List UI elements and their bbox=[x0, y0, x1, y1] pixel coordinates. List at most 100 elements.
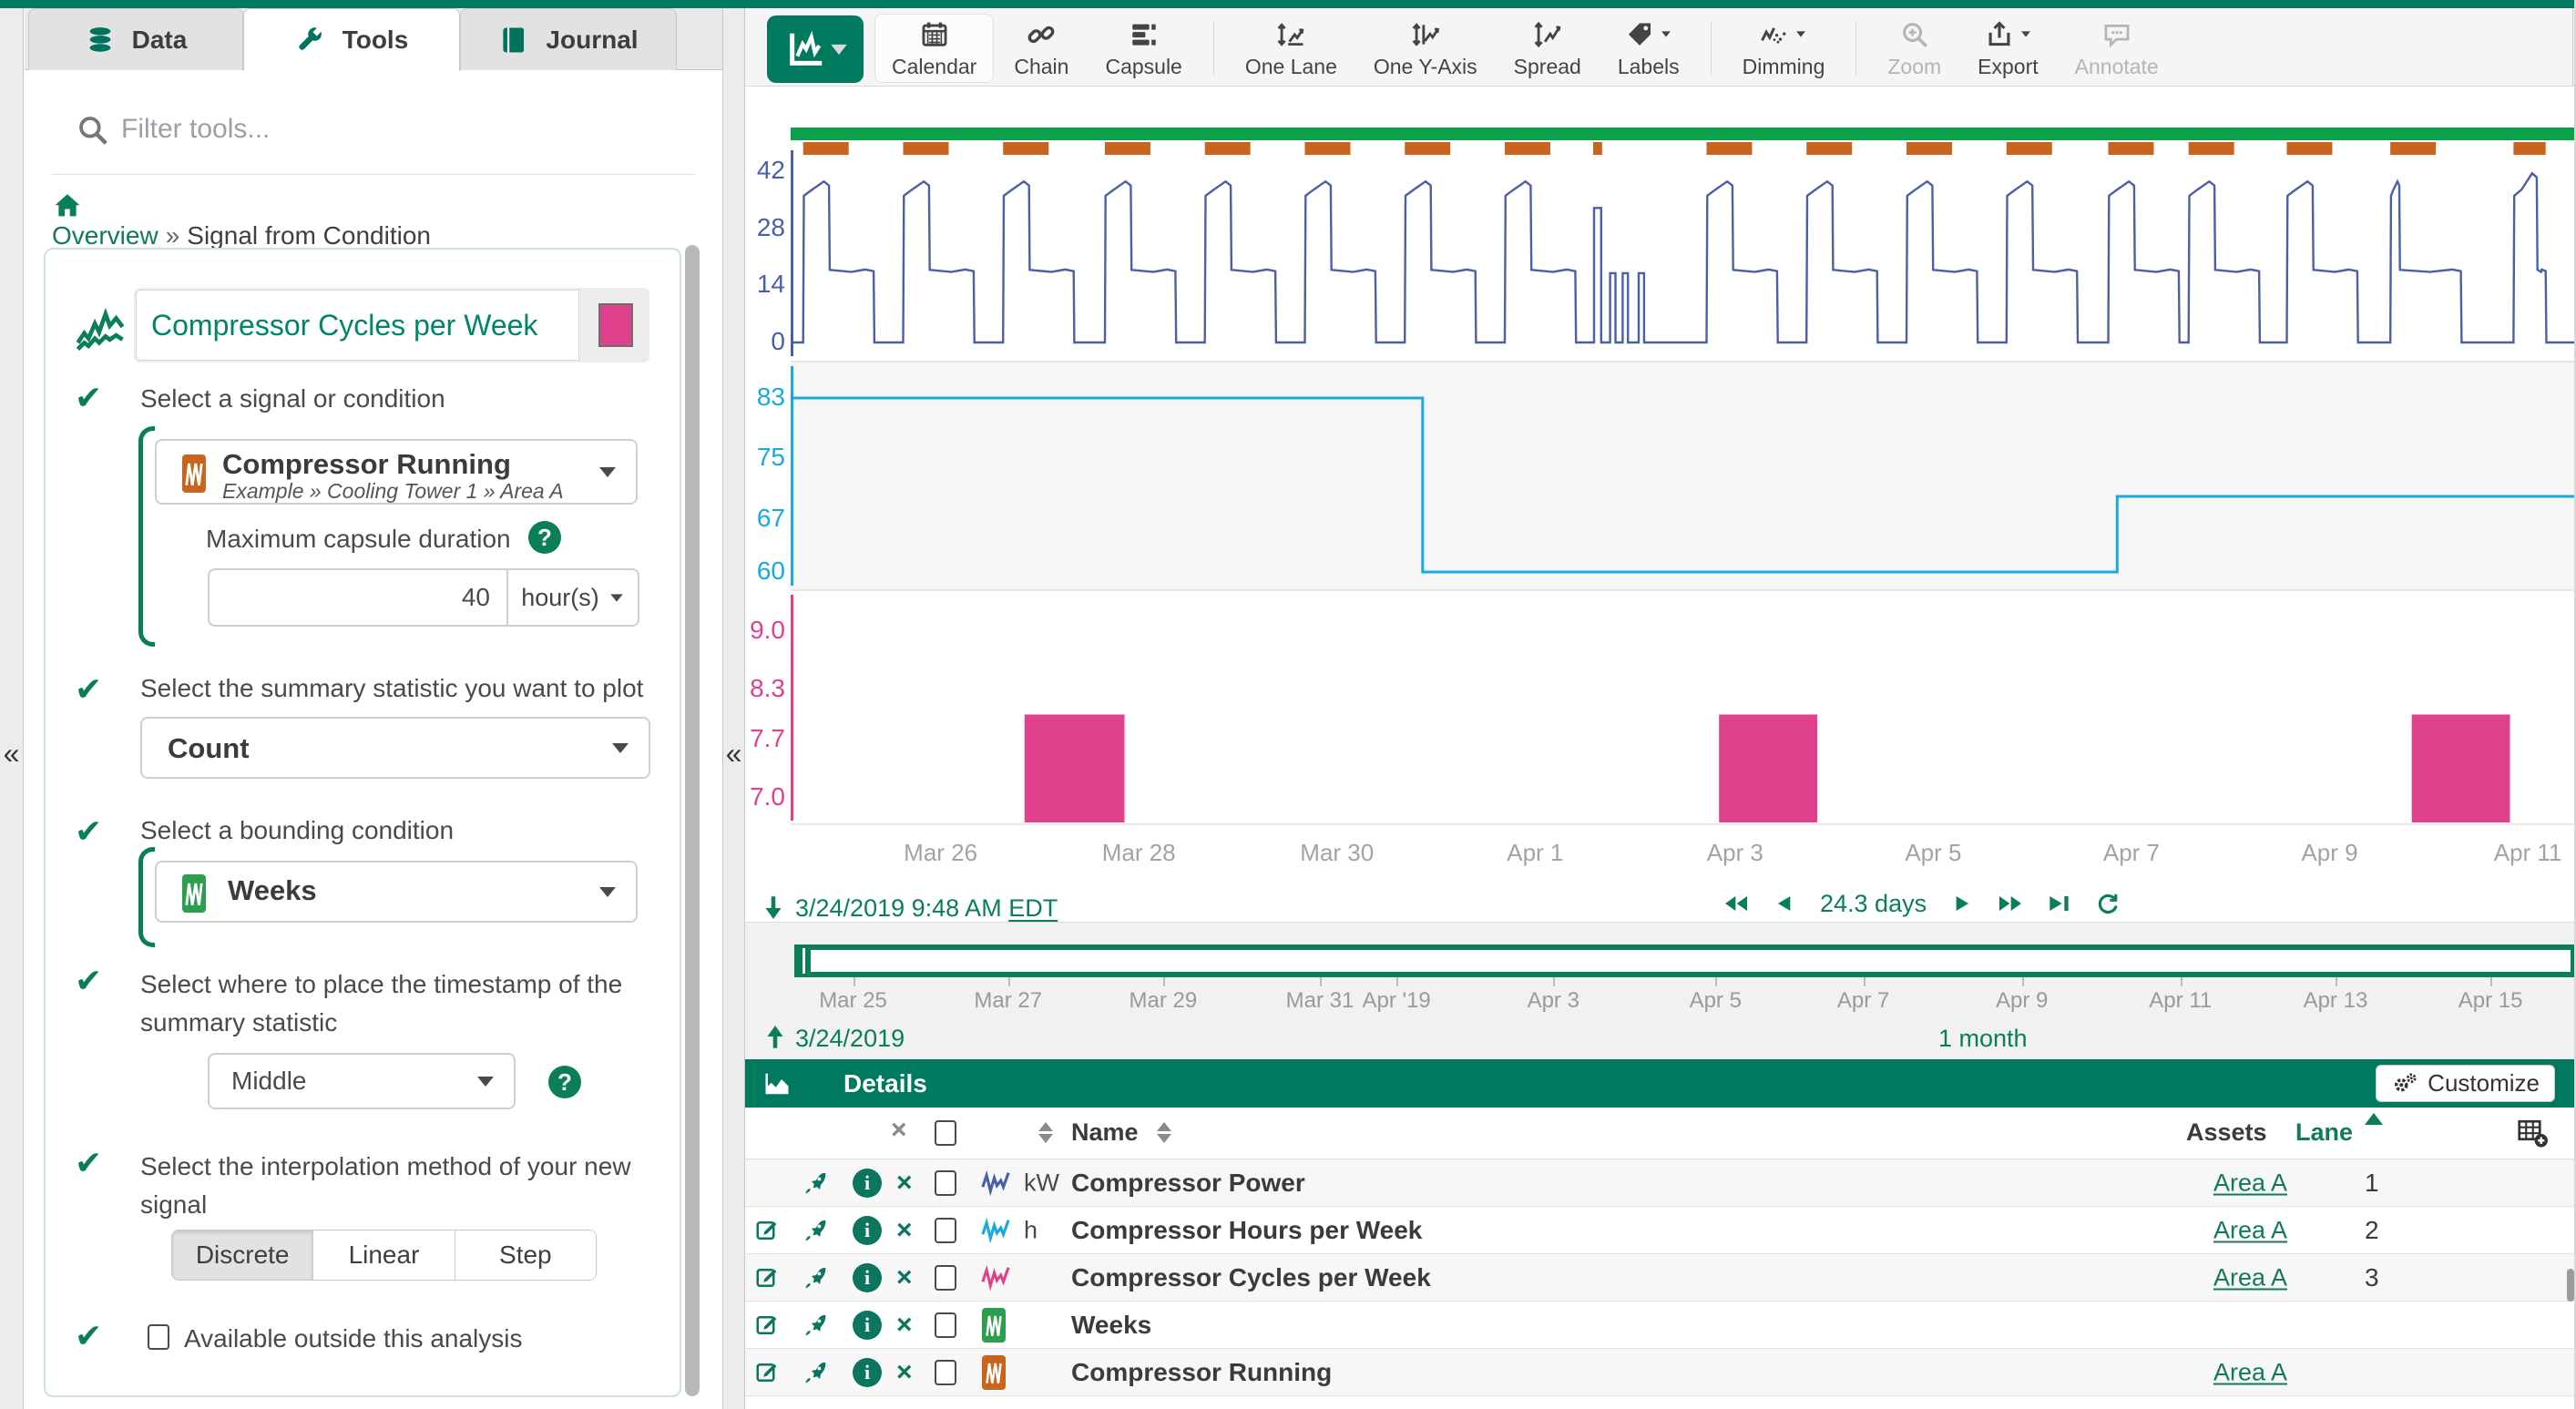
details-scrollbar[interactable] bbox=[2567, 1269, 2574, 1302]
step-forward-icon[interactable] bbox=[1947, 889, 1976, 918]
arrow-up-icon bbox=[760, 1021, 791, 1052]
add-column-icon[interactable] bbox=[2516, 1117, 2549, 1149]
info-icon[interactable]: i bbox=[853, 1358, 882, 1387]
rocket-icon[interactable] bbox=[802, 1169, 829, 1197]
breadcrumb-overview-link[interactable]: Overview bbox=[52, 221, 158, 250]
timestamp-select[interactable]: Middle bbox=[208, 1053, 516, 1109]
row-checkbox[interactable] bbox=[935, 1360, 956, 1385]
row-checkbox[interactable] bbox=[935, 1312, 956, 1338]
row-checkbox[interactable] bbox=[935, 1218, 956, 1243]
edit-icon[interactable] bbox=[754, 1312, 782, 1339]
tab-label: Journal bbox=[546, 26, 638, 55]
edit-icon[interactable] bbox=[754, 1359, 782, 1386]
asset-link[interactable]: Area A bbox=[2213, 1263, 2287, 1292]
color-swatch[interactable] bbox=[598, 303, 633, 347]
max-capsule-value-input[interactable]: 40 bbox=[210, 570, 508, 625]
app-top-accent-bar bbox=[0, 0, 2576, 8]
result-name-input[interactable]: Compressor Cycles per Week bbox=[136, 290, 579, 361]
tab-tools[interactable]: Tools bbox=[243, 8, 460, 71]
row-checkbox[interactable] bbox=[935, 1170, 956, 1196]
remove-all-icon[interactable]: × bbox=[891, 1115, 907, 1146]
edit-icon[interactable] bbox=[754, 1264, 782, 1292]
tab-data[interactable]: Data bbox=[28, 8, 243, 70]
home-icon[interactable] bbox=[52, 190, 83, 221]
investigate-range-start[interactable]: 3/24/2019 bbox=[795, 1025, 905, 1053]
table-row[interactable]: i×Weeks bbox=[745, 1302, 2576, 1349]
asset-link[interactable]: Area A bbox=[2213, 1358, 2287, 1386]
toolbar-label: Chain bbox=[1014, 55, 1068, 79]
toolbar-capsule-button[interactable]: Capsule bbox=[1089, 14, 1198, 83]
rocket-icon[interactable] bbox=[802, 1264, 829, 1292]
toolbar-one-lane-button[interactable]: One Lane bbox=[1229, 14, 1354, 83]
table-row[interactable]: i×kWCompressor PowerArea A1 bbox=[745, 1159, 2576, 1207]
toolbar-chain-button[interactable]: Chain bbox=[997, 14, 1085, 83]
toolbar-dimming-button[interactable]: Dimming bbox=[1726, 14, 1842, 83]
column-assets[interactable]: Assets bbox=[2186, 1118, 2267, 1147]
trend-chart[interactable]: 4228140837567609.08.37.77.0Mar 26Mar 28M… bbox=[745, 87, 2576, 887]
investigate-range-duration[interactable]: 1 month bbox=[1938, 1025, 2028, 1053]
customize-button[interactable]: Customize bbox=[2376, 1065, 2555, 1102]
row-checkbox[interactable] bbox=[935, 1265, 956, 1291]
statistic-select[interactable]: Count bbox=[140, 717, 650, 779]
interpolation-option-linear[interactable]: Linear bbox=[313, 1230, 455, 1280]
toolbar-labels-button[interactable]: Labels bbox=[1601, 14, 1696, 83]
remove-icon[interactable]: × bbox=[896, 1215, 913, 1246]
max-capsule-unit-select[interactable]: hour(s) bbox=[508, 570, 638, 625]
y-axis-tick: 9.0 bbox=[732, 616, 785, 645]
remove-icon[interactable]: × bbox=[896, 1357, 913, 1388]
timeline-range-bar[interactable] bbox=[794, 944, 2576, 977]
step-back-fast-icon[interactable] bbox=[1722, 889, 1751, 918]
go-to-end-icon[interactable] bbox=[2045, 889, 2074, 918]
collapse-left-icon[interactable]: « bbox=[0, 737, 23, 771]
remove-icon[interactable]: × bbox=[896, 1168, 913, 1199]
toolbar-label: Annotate bbox=[2075, 55, 2159, 79]
toolbar-spread-button[interactable]: Spread bbox=[1498, 14, 1598, 83]
help-icon[interactable]: ? bbox=[548, 1066, 581, 1098]
help-icon[interactable]: ? bbox=[528, 521, 561, 554]
rocket-icon[interactable] bbox=[802, 1359, 829, 1386]
toolbar-calendar-button[interactable]: Calendar bbox=[874, 14, 994, 83]
toolbar-one-y-axis-button[interactable]: One Y-Axis bbox=[1357, 14, 1494, 83]
panel-scrollbar[interactable] bbox=[685, 245, 700, 1396]
info-icon[interactable]: i bbox=[853, 1216, 882, 1245]
column-name[interactable]: Name bbox=[1071, 1118, 1139, 1147]
interpolation-option-discrete[interactable]: Discrete bbox=[172, 1230, 313, 1280]
info-icon[interactable]: i bbox=[853, 1263, 882, 1292]
tab-journal[interactable]: Journal bbox=[460, 8, 677, 70]
step-forward-fast-icon[interactable] bbox=[1996, 889, 2025, 918]
step-back-icon[interactable] bbox=[1771, 889, 1800, 918]
rocket-icon[interactable] bbox=[802, 1312, 829, 1339]
timeline-tick bbox=[2022, 977, 2024, 986]
timezone-link[interactable]: EDT bbox=[1008, 894, 1058, 922]
select-all-checkbox[interactable] bbox=[935, 1120, 956, 1146]
info-icon[interactable]: i bbox=[853, 1311, 882, 1340]
refresh-icon[interactable] bbox=[2094, 890, 2121, 917]
table-row[interactable]: i×Compressor RunningArea A bbox=[745, 1349, 2576, 1396]
display-range-duration[interactable]: 24.3 days bbox=[1820, 890, 1927, 918]
available-outside-checkbox[interactable] bbox=[148, 1324, 169, 1350]
interpolation-option-step[interactable]: Step bbox=[455, 1230, 596, 1280]
bounding-select[interactable]: Weeks bbox=[155, 861, 638, 923]
remove-icon[interactable]: × bbox=[896, 1262, 913, 1293]
sort-icon[interactable] bbox=[1157, 1122, 1171, 1143]
timeline-left-handle[interactable] bbox=[798, 944, 811, 977]
column-lane[interactable]: Lane bbox=[2295, 1118, 2353, 1147]
rocket-icon[interactable] bbox=[802, 1217, 829, 1244]
sort-icon[interactable] bbox=[1038, 1122, 1053, 1143]
display-range-start[interactable]: 3/24/2019 9:48 AM EDT bbox=[795, 894, 1058, 923]
asset-link[interactable]: Area A bbox=[2213, 1169, 2287, 1197]
table-row[interactable]: i×hCompressor Hours per WeekArea A2 bbox=[745, 1207, 2576, 1254]
info-icon[interactable]: i bbox=[853, 1169, 882, 1198]
filter-tools-search[interactable]: Filter tools... bbox=[52, 104, 695, 157]
asset-link[interactable]: Area A bbox=[2213, 1216, 2287, 1244]
edit-icon[interactable] bbox=[754, 1217, 782, 1244]
signal-select[interactable]: Compressor Running Example » Cooling Tow… bbox=[155, 439, 638, 505]
table-row[interactable]: i×Compressor Cycles per WeekArea A3 bbox=[745, 1254, 2576, 1302]
row-lane: 2 bbox=[2365, 1216, 2379, 1245]
display-mode-button[interactable] bbox=[767, 15, 864, 83]
zoom-icon bbox=[1899, 19, 1930, 50]
toolbar-export-button[interactable]: Export bbox=[1961, 14, 2054, 83]
timeline-tick bbox=[2336, 977, 2337, 986]
export-icon bbox=[1984, 19, 2015, 50]
remove-icon[interactable]: × bbox=[896, 1310, 913, 1341]
